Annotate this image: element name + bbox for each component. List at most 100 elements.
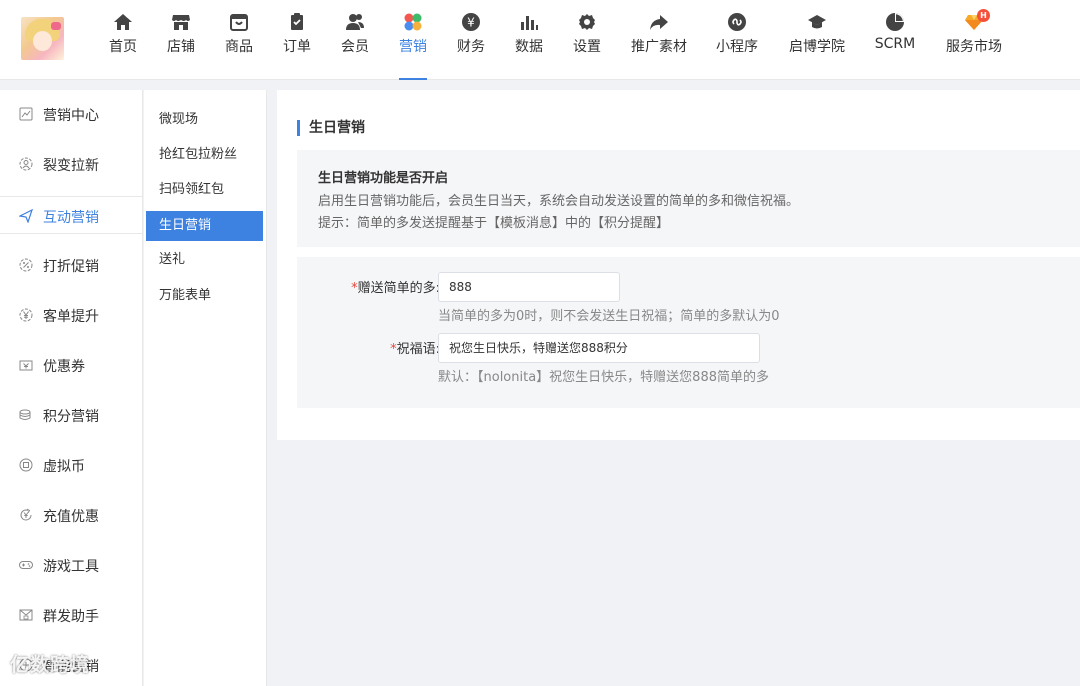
info-heading: 生日营销功能是否开启 — [318, 171, 449, 186]
settings-icon — [579, 14, 595, 30]
nav-home[interactable]: 首页 — [107, 12, 139, 74]
sidebar-item-virtual-coin[interactable]: 虚拟币 — [0, 446, 143, 484]
nav-label: SCRM — [874, 36, 916, 52]
page-title: 生日营销 — [297, 120, 365, 136]
nav-service-market[interactable]: H 服务市场 — [945, 9, 1003, 74]
nav-label: 首页 — [109, 39, 137, 55]
points-icon — [19, 409, 31, 420]
chart-icon — [19, 107, 33, 121]
gift-amount-label-text: 赠送简单的多: — [357, 281, 440, 296]
yen-icon — [19, 308, 33, 322]
nav-label: 商品 — [225, 39, 253, 55]
top-navbar: 首页 店铺 商品 订单 会员 营销 ¥ 财务 数据 设置 推广素材 小程序 启博… — [0, 0, 1080, 80]
hot-badge: H — [977, 9, 990, 22]
subnav-item-gift[interactable]: 送礼 — [146, 245, 263, 275]
sidebar-item-label: 充值优惠 — [43, 509, 99, 525]
sidebar-item-recharge[interactable]: 充值优惠 — [0, 496, 143, 534]
nav-data[interactable]: 数据 — [513, 12, 545, 74]
nav-scrm[interactable]: SCRM — [873, 12, 917, 74]
nav-label: 订单 — [283, 39, 311, 55]
sidebar-item-label: 裂变拉新 — [43, 158, 99, 174]
sidebar-item-game-tools[interactable]: 游戏工具 — [0, 546, 143, 584]
birthday-form: *赠送简单的多: 888 当简单的多为0时，则不会发送生日祝福；简单的多默认为0… — [297, 257, 1080, 408]
nav-miniprogram[interactable]: 小程序 — [715, 12, 759, 74]
svg-text:¥: ¥ — [467, 16, 475, 30]
nav-store[interactable]: 店铺 — [165, 12, 197, 74]
nav-label: 设置 — [573, 39, 601, 55]
sidebar-item-label: 客单提升 — [43, 309, 99, 325]
coupon-icon — [19, 360, 33, 371]
subnav-item-red-packet-fans[interactable]: 抢红包拉粉丝 — [146, 140, 263, 170]
discount-icon — [19, 258, 33, 272]
avatar[interactable] — [21, 17, 64, 60]
sidebar-item-label: 积分营销 — [43, 409, 99, 425]
mail-icon — [19, 609, 33, 621]
watermark: 亿数跨境 — [10, 654, 91, 676]
info-description: 启用生日营销功能后，会员生日当天，系统会自动发送设置的简单的多和微信祝福。 — [318, 194, 800, 209]
sidebar-item-label: 游戏工具 — [43, 559, 99, 575]
sidebar-item-fission[interactable]: 裂变拉新 — [0, 145, 143, 183]
main-panel: 生日营销 生日营销功能是否开启 启用生日营销功能后，会员生日当天，系统会自动发送… — [277, 90, 1080, 440]
subnav-item-scan-red-packet[interactable]: 扫码领红包 — [146, 175, 263, 205]
nav-label: 服务市场 — [946, 39, 1002, 55]
home-icon — [114, 14, 132, 30]
finance-icon: ¥ — [462, 13, 480, 31]
sidebar-item-discount[interactable]: 打折促销 — [0, 246, 143, 284]
sidebar-item-order-boost[interactable]: 客单提升 — [0, 296, 143, 334]
store-icon — [172, 15, 190, 30]
gift-amount-input[interactable]: 888 — [438, 272, 620, 302]
gift-amount-hint: 当简单的多为0时，则不会发送生日祝福；简单的多默认为0 — [438, 309, 780, 324]
sidebar-item-label: 互动营销 — [43, 210, 99, 226]
nav-member[interactable]: 会员 — [339, 12, 371, 74]
sidebar-item-label: 虚拟币 — [43, 459, 85, 475]
member-icon — [346, 14, 364, 30]
nav-promo-material[interactable]: 推广素材 — [630, 12, 688, 74]
sidebar-item-label: 优惠券 — [43, 359, 85, 375]
fission-icon — [19, 157, 33, 171]
nav-academy[interactable]: 启博学院 — [788, 12, 846, 74]
nav-finance[interactable]: ¥ 财务 — [455, 12, 487, 74]
nav-order[interactable]: 订单 — [281, 12, 313, 74]
gamepad-icon — [19, 561, 33, 569]
subnav-item-universal-form[interactable]: 万能表单 — [146, 281, 263, 311]
nav-label: 营销 — [399, 39, 427, 55]
sidebar-item-marketing-center[interactable]: 营销中心 — [0, 95, 143, 133]
greeting-hint: 默认：【nolonita】祝您生日快乐，特赠送您888简单的多 — [438, 370, 769, 385]
order-icon — [291, 13, 303, 30]
nav-label: 店铺 — [167, 39, 195, 55]
nav-label: 推广素材 — [631, 39, 687, 55]
goods-icon — [230, 14, 248, 31]
gift-amount-label: *赠送简单的多: — [351, 277, 440, 296]
academy-icon — [808, 15, 826, 29]
sidebar-item-label: 打折促销 — [43, 259, 99, 275]
sidebar-item-interactive-marketing[interactable]: 互动营销 — [0, 196, 143, 234]
nav-goods[interactable]: 商品 — [223, 12, 255, 74]
subnav-item-micro-scene[interactable]: 微现场 — [146, 105, 263, 135]
share-icon — [650, 15, 668, 30]
nav-label: 财务 — [457, 39, 485, 55]
nav-marketing[interactable]: 营销 — [397, 12, 429, 74]
recharge-icon — [20, 508, 32, 521]
send-icon — [19, 209, 33, 223]
miniprogram-icon — [728, 13, 746, 31]
info-box: 生日营销功能是否开启 启用生日营销功能后，会员生日当天，系统会自动发送设置的简单… — [297, 150, 1080, 247]
data-icon — [521, 16, 538, 30]
sidebar-item-coupon[interactable]: 优惠券 — [0, 346, 143, 384]
sidebar-item-label: 营销中心 — [43, 108, 99, 124]
nav-label: 启博学院 — [789, 39, 845, 55]
primary-sidebar: 营销中心 裂变拉新 互动营销 打折促销 客单提升 优惠券 积分营销 虚拟币 充值… — [0, 90, 143, 686]
sidebar-item-label: 群发助手 — [43, 609, 99, 625]
nav-settings[interactable]: 设置 — [571, 12, 603, 74]
scrm-icon — [886, 13, 904, 31]
info-tip: 提示：简单的多发送提醒基于【模板消息】中的【积分提醒】 — [318, 216, 670, 231]
nav-label: 小程序 — [716, 39, 758, 55]
nav-label: 会员 — [341, 39, 369, 55]
nav-label: 数据 — [515, 39, 543, 55]
coin-icon — [19, 458, 33, 472]
sidebar-item-points[interactable]: 积分营销 — [0, 396, 143, 434]
subnav-item-birthday-marketing[interactable]: 生日营销 — [146, 211, 263, 241]
sidebar-item-mass-send[interactable]: 群发助手 — [0, 596, 143, 634]
marketing-icon — [404, 13, 422, 31]
secondary-sidebar: 微现场 抢红包拉粉丝 扫码领红包 生日营销 送礼 万能表单 — [144, 90, 267, 686]
greeting-input[interactable]: 祝您生日快乐，特赠送您888积分 — [438, 333, 760, 363]
